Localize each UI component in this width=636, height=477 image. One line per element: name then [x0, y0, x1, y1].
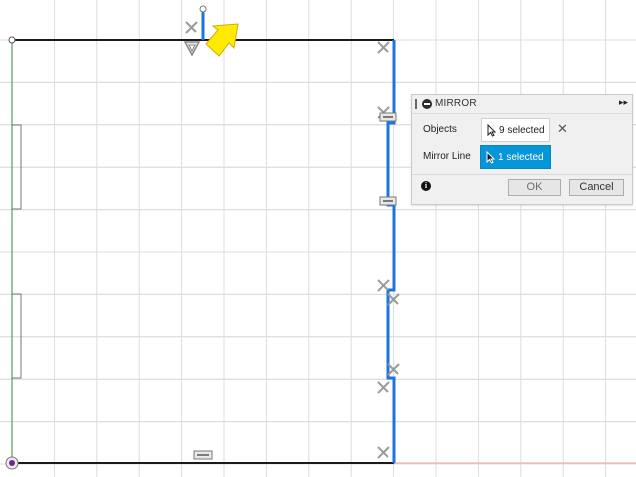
- perpendicular-constraint-icon: [377, 41, 390, 54]
- cancel-button[interactable]: Cancel: [569, 179, 624, 196]
- objects-value: 9 selected: [499, 124, 545, 136]
- mirror-dialog: MIRROR ▸▸ Objects 9 selected ✕ Mirror Li…: [411, 94, 633, 205]
- ok-button[interactable]: OK: [508, 179, 561, 196]
- mirror-line-label: Mirror Line: [423, 151, 471, 162]
- dialog-divider: [412, 174, 632, 175]
- dialog-title: MIRROR: [435, 98, 477, 109]
- mirror-line-value: 1 selected: [498, 151, 544, 163]
- mirror-line-select-button[interactable]: 1 selected: [480, 145, 551, 169]
- constraint-icons: [185, 21, 400, 459]
- origin-icon[interactable]: [5, 456, 19, 470]
- horizontal-constraint-icon: [193, 450, 213, 460]
- cursor-arrow-icon: [487, 123, 496, 137]
- mirror-line-endpoint[interactable]: [199, 5, 207, 13]
- objects-label: Objects: [423, 124, 457, 135]
- cursor-arrow-icon: [486, 150, 495, 164]
- collapse-handle-icon[interactable]: [414, 99, 418, 109]
- horizontal-constraint-icon: [379, 112, 397, 122]
- left-notch-lower: [12, 293, 22, 379]
- horizontal-constraint-icon: [379, 196, 397, 206]
- clear-x-icon[interactable]: ✕: [557, 121, 568, 137]
- highlight-arrow-icon: [205, 23, 239, 57]
- perpendicular-constraint-icon: [377, 446, 390, 459]
- minus-circle-icon[interactable]: [422, 99, 432, 109]
- dialog-header: MIRROR ▸▸: [412, 95, 632, 114]
- expand-arrows-icon[interactable]: ▸▸: [619, 97, 628, 108]
- info-icon[interactable]: i: [421, 181, 431, 191]
- sketch-canvas[interactable]: [0, 0, 636, 477]
- perpendicular-constraint-icon: [185, 21, 198, 34]
- perpendicular-constraint-icon: [377, 279, 390, 292]
- tangent-constraint-icon: [183, 41, 201, 57]
- corner-point[interactable]: [8, 36, 16, 44]
- perpendicular-constraint-icon: [377, 381, 390, 394]
- grid: [0, 0, 636, 477]
- objects-select-button[interactable]: 9 selected: [481, 118, 550, 142]
